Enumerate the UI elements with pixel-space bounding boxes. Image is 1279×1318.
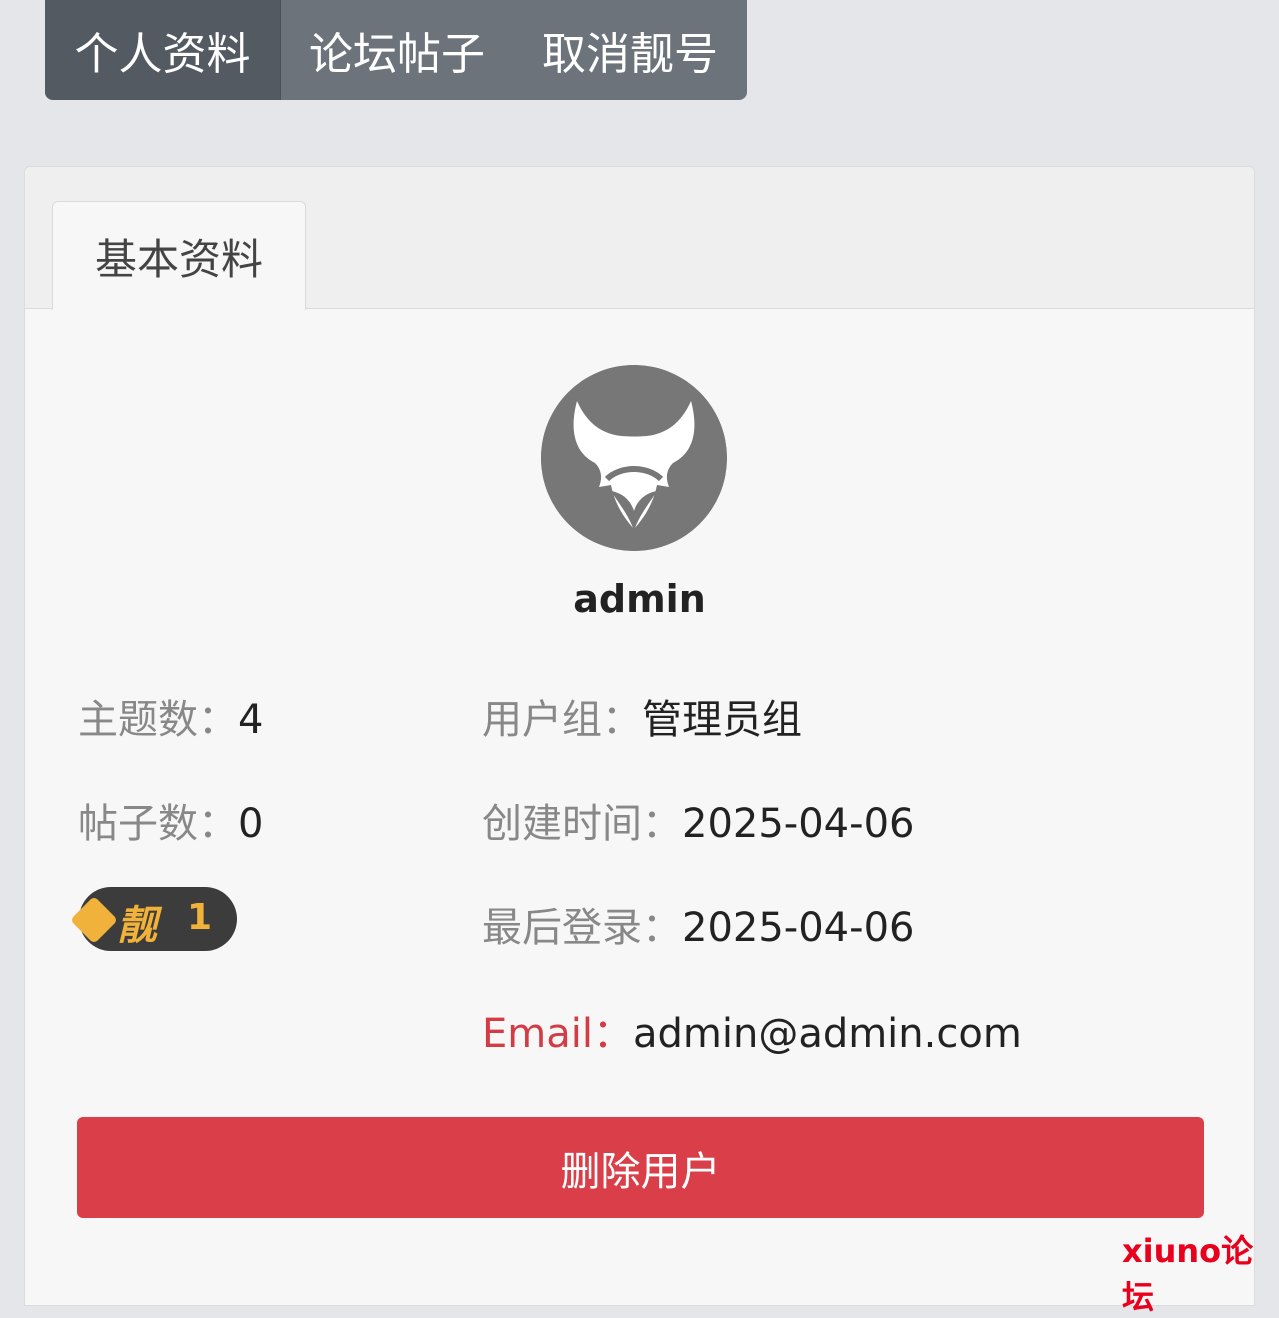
top-nav: 个人资料 论坛帖子 取消靓号 <box>45 0 747 100</box>
email: Email：admin@admin.com <box>482 1001 1022 1059</box>
watermark: xiuno论坛 <box>1122 1232 1254 1316</box>
user-group-value: 管理员组 <box>642 697 802 743</box>
last-login: 最后登录：2025-04-06 <box>482 895 914 953</box>
created-time-label: 创建时间： <box>482 801 682 847</box>
card-header: 基本资料 <box>25 167 1254 310</box>
last-login-label: 最后登录： <box>482 905 682 951</box>
thread-count: 主题数：4 <box>78 687 263 745</box>
badge-count: 1 <box>187 897 213 938</box>
user-group: 用户组：管理员组 <box>482 687 802 745</box>
avatar <box>541 365 727 551</box>
tab-forum-posts[interactable]: 论坛帖子 <box>281 0 513 100</box>
email-value: admin@admin.com <box>632 1011 1022 1057</box>
vanity-badge: 靓 1 <box>69 887 237 951</box>
created-time-value: 2025-04-06 <box>682 801 915 847</box>
badge-char: 靓 <box>117 903 157 949</box>
post-count: 帖子数：0 <box>78 791 263 849</box>
tab-profile[interactable]: 个人资料 <box>45 0 281 100</box>
post-count-value: 0 <box>238 801 264 847</box>
last-login-value: 2025-04-06 <box>682 905 915 951</box>
tab-basic-info[interactable]: 基本资料 <box>52 201 306 310</box>
post-count-label: 帖子数： <box>78 801 238 847</box>
bull-logo-icon <box>541 365 727 551</box>
tab-cancel-vanity-id[interactable]: 取消靓号 <box>513 0 747 100</box>
created-time: 创建时间：2025-04-06 <box>482 791 914 849</box>
user-group-label: 用户组： <box>482 697 642 743</box>
thread-count-value: 4 <box>238 697 264 743</box>
profile-card: 基本资料 admin 主题数：4 帖子数：0 靓 1 用户组：管理员组 创建时间… <box>24 166 1255 1306</box>
username: admin <box>573 577 706 621</box>
badge-diamond-icon <box>69 895 119 945</box>
email-label: Email： <box>482 1011 633 1057</box>
delete-user-button[interactable]: 删除用户 <box>77 1117 1204 1218</box>
thread-count-label: 主题数： <box>78 697 238 743</box>
